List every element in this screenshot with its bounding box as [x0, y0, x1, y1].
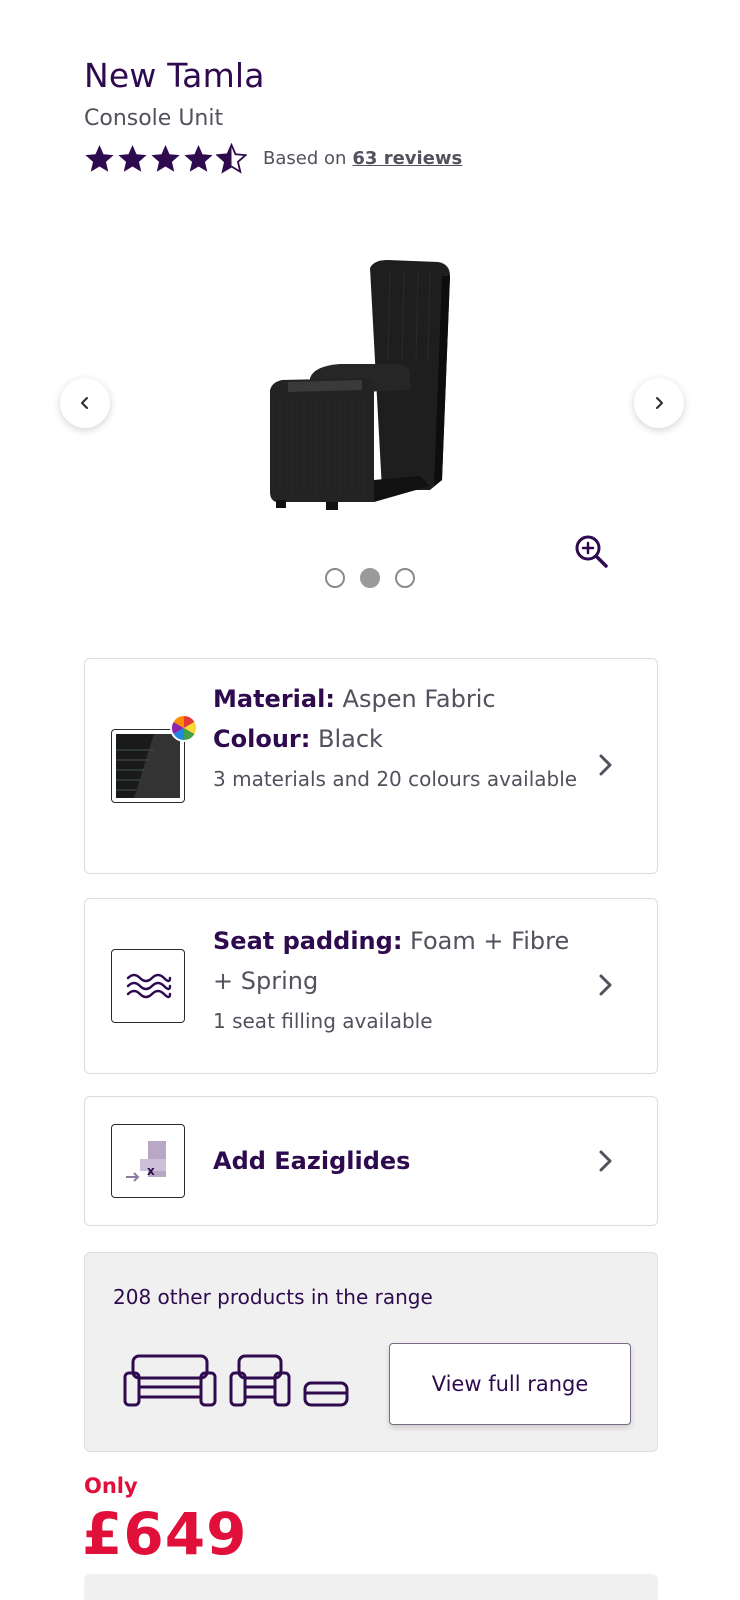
product-image	[270, 260, 450, 510]
material-option-text: Material: Aspen Fabric Colour: Black 3 m…	[213, 679, 587, 799]
eaziglides-option-card[interactable]: x Add Eaziglides	[84, 1096, 658, 1226]
chevron-right-icon	[656, 397, 663, 409]
carousel-dots	[0, 568, 740, 588]
material-label: Material:	[213, 685, 335, 713]
product-title: New Tamla	[84, 56, 265, 95]
seat-padding-label: Seat padding:	[213, 927, 403, 955]
price-prefix: Only	[84, 1474, 138, 1498]
star-full-icon	[118, 144, 147, 172]
armchair-icon	[229, 1354, 291, 1407]
star-half-icon	[216, 142, 247, 174]
chevron-right-icon	[599, 1150, 612, 1172]
product-subtitle: Console Unit	[84, 106, 224, 131]
eaziglides-icon-box: x	[111, 1124, 185, 1198]
chevron-left-icon	[81, 397, 88, 409]
material-option-card[interactable]: Material: Aspen Fabric Colour: Black 3 m…	[84, 658, 658, 874]
colour-wheel-icon	[170, 714, 198, 742]
range-count-text: 208 other products in the range	[113, 1285, 433, 1309]
eaziglides-text: Add Eaziglides	[213, 1141, 587, 1181]
chevron-right-icon	[599, 754, 612, 776]
colour-value: Black	[310, 725, 383, 753]
reviews-link[interactable]: 63 reviews	[352, 148, 462, 169]
product-image-carousel	[0, 220, 740, 590]
star-full-icon	[184, 144, 213, 172]
seat-padding-text: Seat padding: Foam + Fibre + Spring 1 se…	[213, 921, 587, 1041]
footstool-icon	[303, 1381, 349, 1407]
carousel-dot[interactable]	[325, 568, 345, 588]
material-value: Aspen Fabric	[334, 685, 496, 713]
seat-filling-availability: 1 seat filling available	[213, 1009, 433, 1033]
material-availability: 3 materials and 20 colours available	[213, 767, 578, 791]
range-icons	[123, 1353, 349, 1409]
carousel-dot[interactable]	[395, 568, 415, 588]
seat-padding-icon-box	[111, 949, 185, 1023]
product-range-box: 208 other products in the range View ful…	[84, 1252, 658, 1452]
star-rating	[84, 142, 247, 174]
carousel-dot-active[interactable]	[360, 568, 380, 588]
eaziglides-label: Add Eaziglides	[213, 1147, 411, 1175]
svg-text:x: x	[147, 1164, 155, 1178]
zoom-in-icon[interactable]	[572, 532, 612, 572]
star-full-icon	[151, 144, 180, 172]
wave-padding-icon	[126, 973, 172, 999]
view-full-range-button[interactable]: View full range	[389, 1343, 631, 1425]
chevron-right-icon	[599, 974, 612, 996]
seat-padding-option-card[interactable]: Seat padding: Foam + Fibre + Spring 1 se…	[84, 898, 658, 1074]
carousel-next-button[interactable]	[634, 378, 684, 428]
eaziglides-icon: x	[126, 1141, 166, 1182]
sofa-icon	[123, 1354, 217, 1407]
bottom-panel	[84, 1574, 658, 1600]
product-price: £649	[82, 1500, 248, 1568]
rating-prefix: Based on	[263, 147, 347, 169]
colour-label: Colour:	[213, 725, 311, 753]
carousel-prev-button[interactable]	[60, 378, 110, 428]
rating-row: Based on 63 reviews	[84, 140, 462, 176]
star-full-icon	[85, 144, 114, 172]
